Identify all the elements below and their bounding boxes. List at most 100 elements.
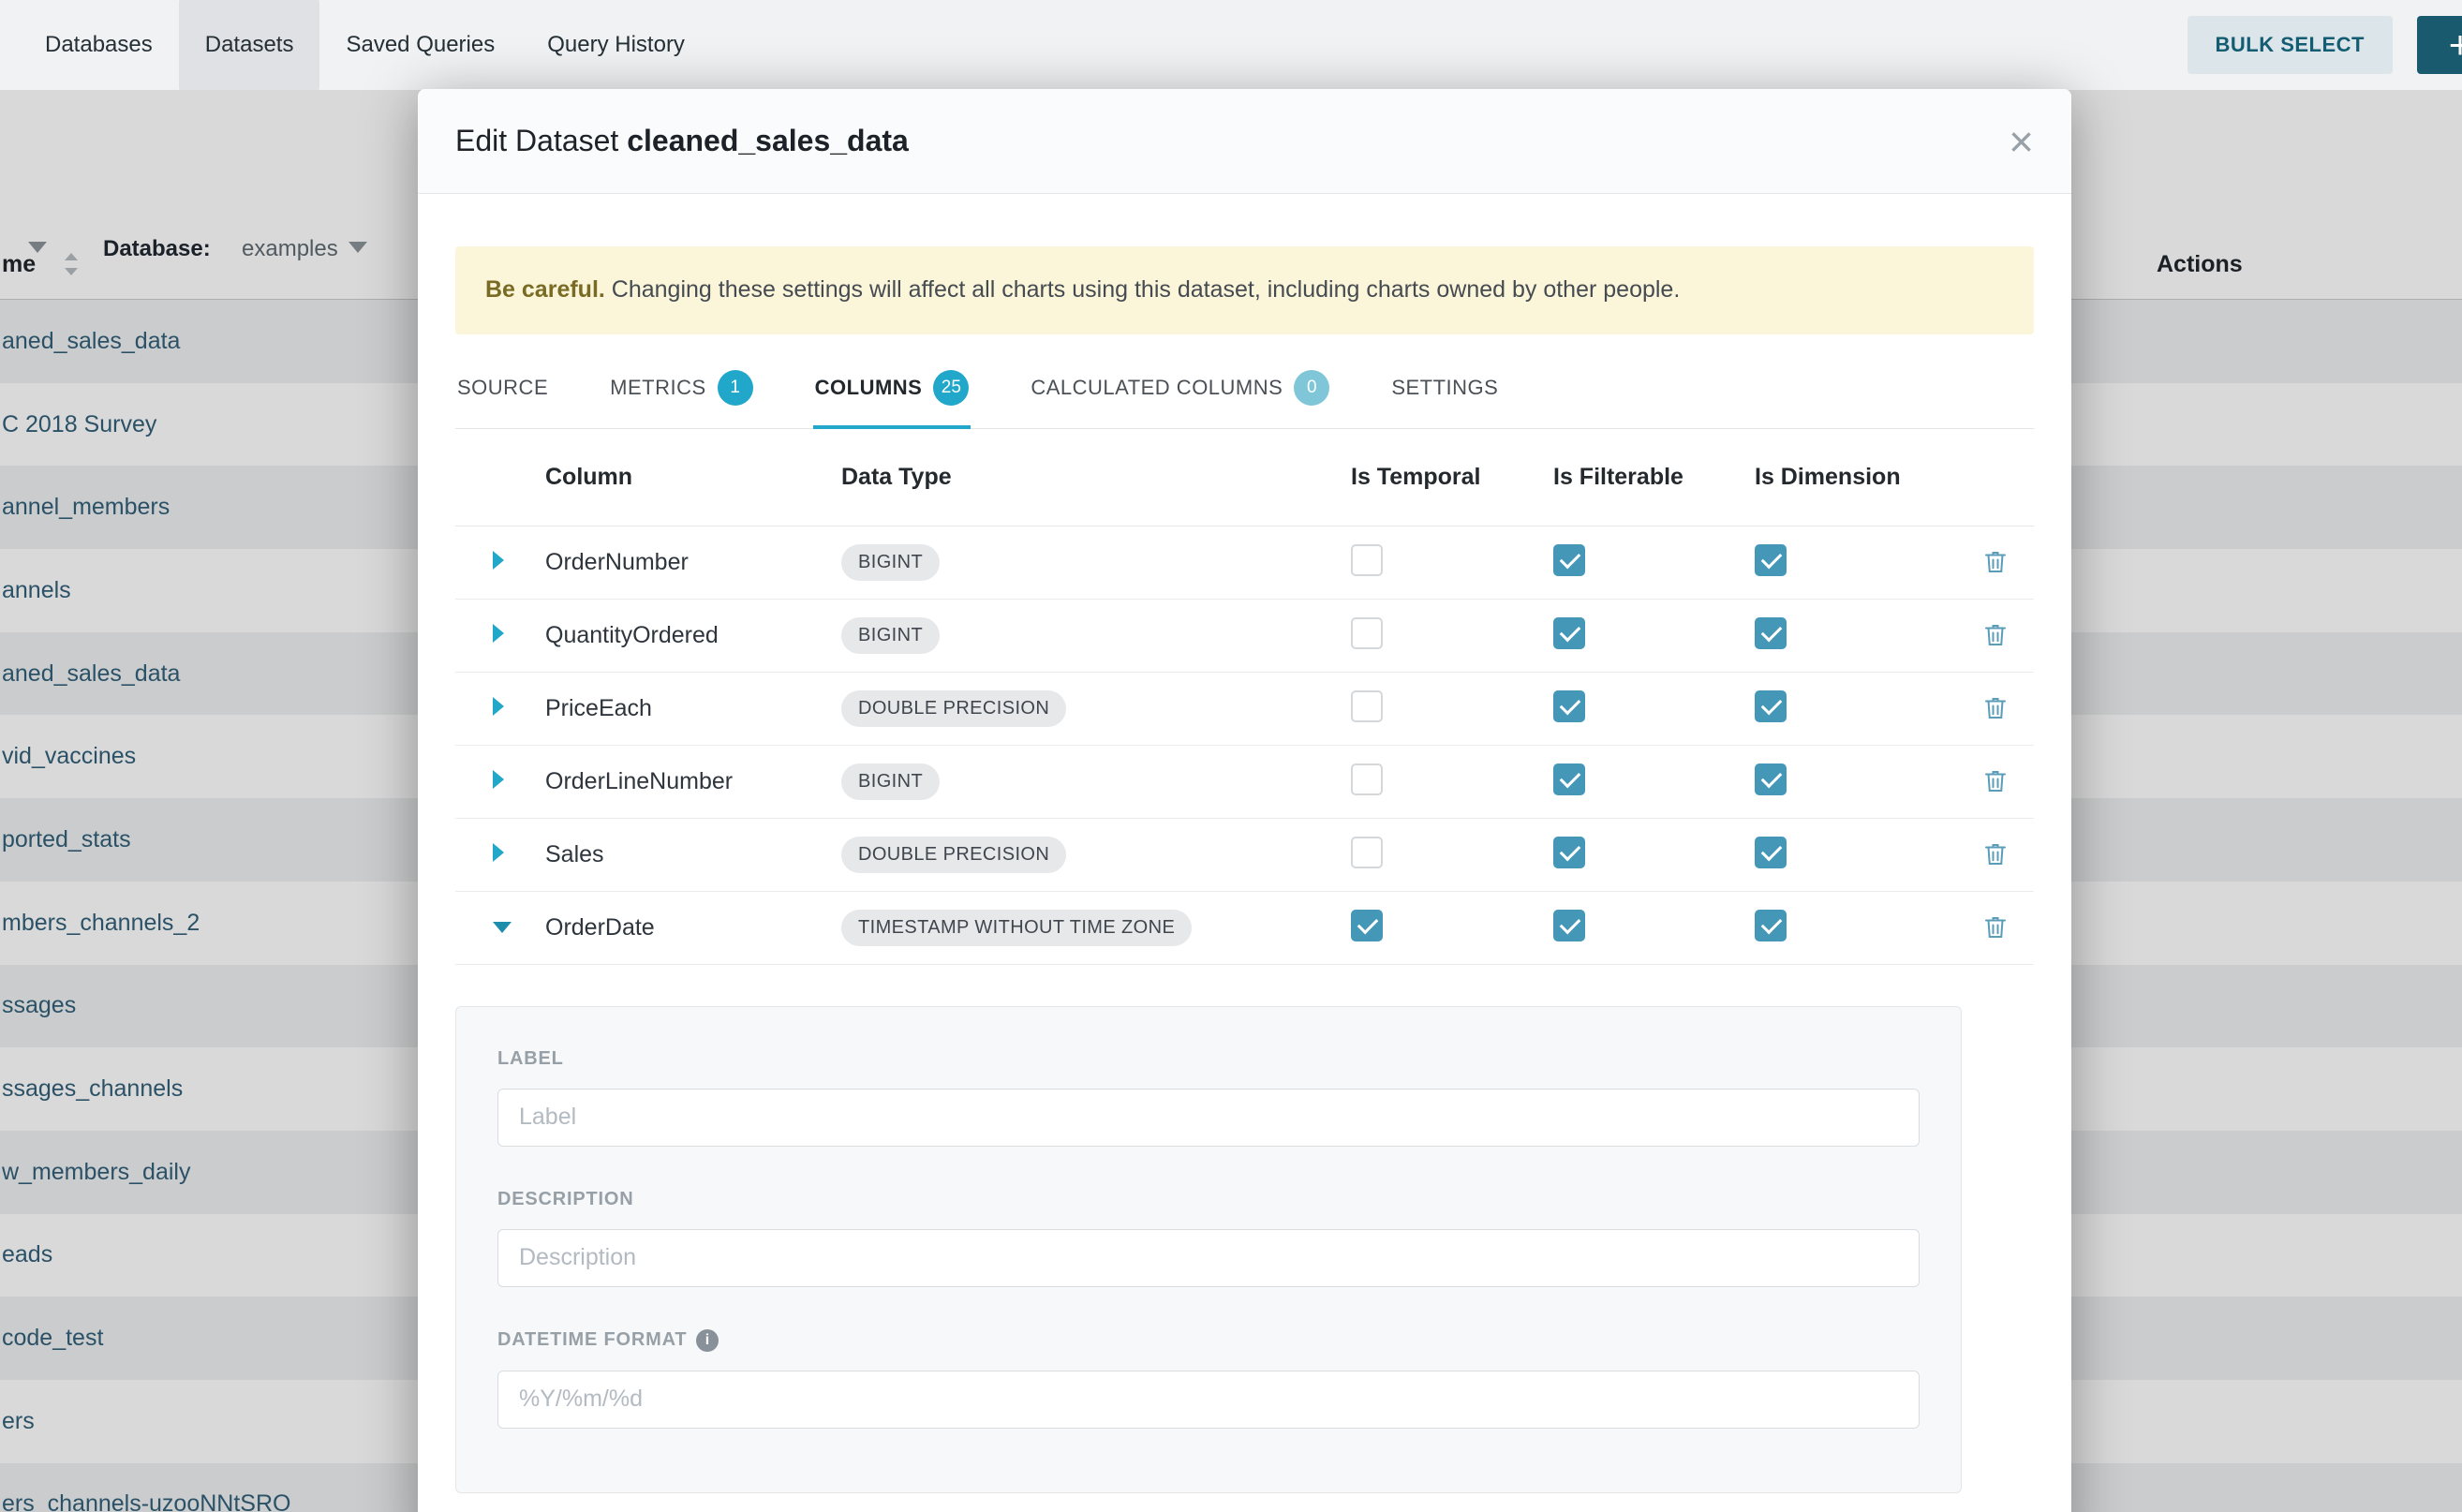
- add-dataset-button[interactable]: +: [2417, 16, 2462, 74]
- data-type-pill: DOUBLE PRECISION: [841, 837, 1066, 873]
- is-dimension-checkbox[interactable]: [1755, 617, 1787, 649]
- is-temporal-header: Is Temporal: [1351, 464, 1553, 491]
- tab-label: METRICS: [610, 376, 706, 400]
- columns-count-badge: 25: [933, 370, 969, 406]
- column-row: OrderNumber BIGINT: [455, 526, 2034, 600]
- tab-label: SETTINGS: [1391, 376, 1498, 400]
- tab-label: COLUMNS: [815, 376, 923, 400]
- trash-icon[interactable]: [1981, 694, 2010, 722]
- is-temporal-checkbox[interactable]: [1351, 763, 1383, 795]
- modal-title-dataset-name: cleaned_sales_data: [627, 124, 909, 157]
- label-text: DATETIME FORMAT: [497, 1329, 687, 1351]
- is-dimension-checkbox[interactable]: [1755, 837, 1787, 868]
- column-row: Sales DOUBLE PRECISION: [455, 819, 2034, 892]
- warning-bold-text: Be careful.: [485, 276, 605, 303]
- trash-icon[interactable]: [1981, 767, 2010, 795]
- datetime-format-field-group: DATETIME FORMAT i: [497, 1329, 1920, 1429]
- is-dimension-checkbox[interactable]: [1755, 544, 1787, 576]
- datetime-format-input[interactable]: [497, 1371, 1920, 1429]
- tab-calculated-columns[interactable]: CALCULATED COLUMNS 0: [1029, 357, 1331, 428]
- is-filterable-checkbox[interactable]: [1553, 544, 1585, 576]
- expand-caret-icon[interactable]: [493, 697, 504, 716]
- datetime-format-field-label: DATETIME FORMAT i: [497, 1329, 1920, 1352]
- column-detail-panel: LABEL DESCRIPTION DATETIME FORMAT i: [455, 1006, 1962, 1493]
- column-name: OrderDate: [545, 914, 841, 941]
- modal-body: Be careful. Changing these settings will…: [418, 246, 2071, 1493]
- calculated-columns-count-badge: 0: [1294, 370, 1329, 406]
- datasets-page: Database: examples me Actions aned_sales…: [0, 0, 2462, 1512]
- warning-banner: Be careful. Changing these settings will…: [455, 246, 2034, 334]
- modal-tabs: SOURCE METRICS 1 COLUMNS 25 CALCULATED COL…: [455, 357, 2034, 429]
- expand-caret-icon[interactable]: [493, 843, 504, 862]
- nav-item-saved-queries[interactable]: Saved Queries: [319, 0, 521, 90]
- metrics-count-badge: 1: [718, 370, 753, 406]
- data-type-pill: BIGINT: [841, 617, 940, 654]
- expand-caret-icon[interactable]: [493, 624, 504, 643]
- column-name: PriceEach: [545, 695, 841, 722]
- trash-icon[interactable]: [1981, 548, 2010, 576]
- tab-label: CALCULATED COLUMNS: [1031, 376, 1283, 400]
- collapse-caret-icon[interactable]: [493, 922, 512, 933]
- column-row: OrderLineNumber BIGINT: [455, 746, 2034, 819]
- is-filterable-checkbox[interactable]: [1553, 690, 1585, 722]
- nav-item-datasets[interactable]: Datasets: [179, 0, 320, 90]
- close-icon[interactable]: ×: [2009, 120, 2034, 163]
- tab-source[interactable]: SOURCE: [455, 357, 550, 428]
- column-row: PriceEach DOUBLE PRECISION: [455, 673, 2034, 746]
- warning-text: Changing these settings will affect all …: [605, 276, 1680, 303]
- label-text: LABEL: [497, 1048, 564, 1070]
- is-dimension-checkbox[interactable]: [1755, 910, 1787, 941]
- top-navbar: Databases Datasets Saved Queries Query H…: [0, 0, 2462, 90]
- plus-icon: +: [2449, 25, 2462, 65]
- modal-title: Edit Dataset cleaned_sales_data: [455, 124, 909, 158]
- trash-icon[interactable]: [1981, 621, 2010, 649]
- column-name: Sales: [545, 841, 841, 868]
- columns-table-header: Column Data Type Is Temporal Is Filterab…: [455, 429, 2034, 526]
- data-type-pill: TIMESTAMP WITHOUT TIME ZONE: [841, 910, 1192, 946]
- bulk-select-button[interactable]: BULK SELECT: [2188, 16, 2394, 74]
- is-temporal-checkbox[interactable]: [1351, 617, 1383, 649]
- tab-settings[interactable]: SETTINGS: [1389, 357, 1500, 428]
- is-temporal-checkbox[interactable]: [1351, 544, 1383, 576]
- description-field-group: DESCRIPTION: [497, 1189, 1920, 1287]
- nav-item-query-history[interactable]: Query History: [521, 0, 711, 90]
- is-filterable-header: Is Filterable: [1553, 464, 1755, 491]
- info-icon[interactable]: i: [696, 1329, 719, 1352]
- label-field-label: LABEL: [497, 1048, 1920, 1070]
- expand-caret-icon[interactable]: [493, 770, 504, 789]
- column-name: OrderLineNumber: [545, 768, 841, 795]
- data-type-pill: BIGINT: [841, 544, 940, 581]
- tab-columns[interactable]: COLUMNS 25: [813, 357, 971, 429]
- is-filterable-checkbox[interactable]: [1553, 910, 1585, 941]
- tab-label: SOURCE: [457, 376, 548, 400]
- data-type-header: Data Type: [841, 464, 1351, 491]
- nav-item-databases[interactable]: Databases: [19, 0, 179, 90]
- label-input[interactable]: [497, 1089, 1920, 1147]
- description-input[interactable]: [497, 1229, 1920, 1287]
- trash-icon[interactable]: [1981, 913, 2010, 941]
- is-filterable-checkbox[interactable]: [1553, 763, 1585, 795]
- label-text: DESCRIPTION: [497, 1189, 633, 1210]
- expand-caret-icon[interactable]: [493, 551, 504, 570]
- modal-title-prefix: Edit Dataset: [455, 124, 627, 157]
- is-temporal-checkbox[interactable]: [1351, 910, 1383, 941]
- label-field-group: LABEL: [497, 1048, 1920, 1147]
- column-name: OrderNumber: [545, 549, 841, 576]
- edit-dataset-modal: Edit Dataset cleaned_sales_data × Be car…: [418, 89, 2071, 1512]
- is-dimension-checkbox[interactable]: [1755, 763, 1787, 795]
- column-row-expanded: OrderDate TIMESTAMP WITHOUT TIME ZONE: [455, 892, 2034, 965]
- trash-icon[interactable]: [1981, 840, 2010, 868]
- is-dimension-header: Is Dimension: [1755, 464, 1957, 491]
- is-filterable-checkbox[interactable]: [1553, 837, 1585, 868]
- column-row: QuantityOrdered BIGINT: [455, 600, 2034, 673]
- is-temporal-checkbox[interactable]: [1351, 837, 1383, 868]
- modal-header: Edit Dataset cleaned_sales_data ×: [418, 89, 2071, 194]
- is-filterable-checkbox[interactable]: [1553, 617, 1585, 649]
- column-header: Column: [545, 464, 841, 491]
- data-type-pill: DOUBLE PRECISION: [841, 690, 1066, 727]
- tab-metrics[interactable]: METRICS 1: [608, 357, 755, 428]
- is-temporal-checkbox[interactable]: [1351, 690, 1383, 722]
- description-field-label: DESCRIPTION: [497, 1189, 1920, 1210]
- data-type-pill: BIGINT: [841, 763, 940, 800]
- is-dimension-checkbox[interactable]: [1755, 690, 1787, 722]
